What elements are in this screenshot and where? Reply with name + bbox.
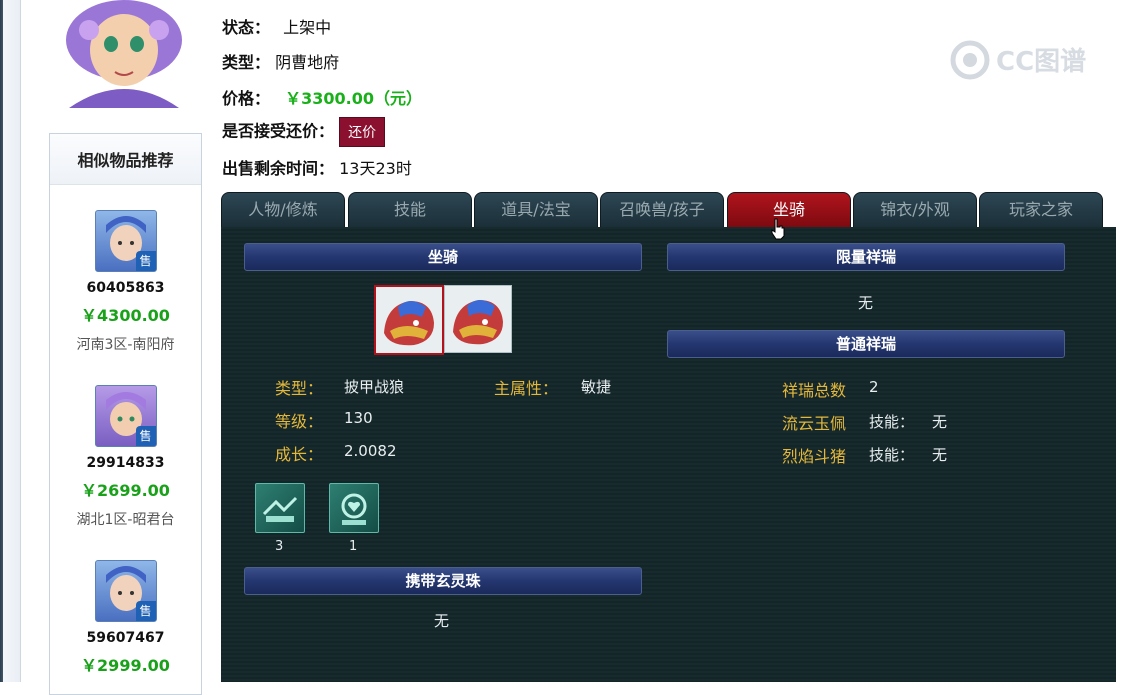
total-label: 祥瑞总数 (782, 381, 847, 400)
right-margin (1116, 0, 1136, 682)
price-label: 价格： (222, 89, 271, 108)
mount-level-value: 130 (344, 409, 373, 427)
similar-item-server: 湖北1区-昭君台 (76, 512, 175, 528)
similar-item-price: ￥2699.00 (81, 481, 170, 500)
xiangrui-skill-value: 无 (932, 446, 948, 464)
tab-mount[interactable]: 坐骑 (727, 192, 851, 228)
similar-item-id[interactable]: 60405863 (50, 280, 201, 296)
similar-item-thumbnail[interactable]: 售 (94, 385, 157, 447)
type-label: 类型： (222, 53, 271, 72)
watermark-text: CC图谱 (996, 46, 1086, 77)
tab-home[interactable]: 玩家之家 (979, 192, 1103, 228)
mount-skill-icon-1[interactable] (255, 483, 305, 533)
remaining-row: 出售剩余时间： 13天23时 (222, 155, 412, 179)
type-value: 阴曹地府 (275, 53, 340, 72)
similar-item-id[interactable]: 59607467 (50, 630, 201, 646)
mount-growth-label: 成长： (275, 445, 324, 464)
status-row: 状态： 上架中 (222, 14, 331, 38)
bargain-button[interactable]: 还价 (339, 117, 386, 147)
character-avatar (49, 0, 199, 108)
bargain-label: 是否接受还价： (222, 121, 335, 141)
similar-item[interactable]: 售 60405863 ￥4300.00 河南3区-南阳府 (50, 210, 201, 354)
tab-character[interactable]: 人物/修炼 (221, 192, 345, 228)
bargain-row: 是否接受还价： 还价 (222, 117, 386, 147)
watermark-logo: CC图谱 (950, 40, 1100, 80)
mount-portrait-1[interactable] (374, 285, 444, 355)
similar-item-id[interactable]: 29914833 (50, 455, 201, 471)
xiangrui-skill-label: 技能： (869, 446, 915, 464)
mount-skill-count-1: 3 (275, 539, 284, 554)
sale-badge-icon: 售 (135, 601, 156, 621)
total-value: 2 (869, 378, 879, 396)
mount-panel: 坐骑 限量祥瑞 类型： 披甲战狼 主属性： 敏捷 等级： 130 成长： 2.0… (221, 227, 1116, 682)
sidebar-title: 相似物品推荐 (50, 134, 201, 185)
mount-level-label: 等级： (275, 412, 324, 431)
similar-items-sidebar: 相似物品推荐 售 60405863 ￥4300.00 河南3区-南阳府 售 29… (49, 133, 202, 695)
similar-item[interactable]: 售 59607467 ￥2999.00 (50, 560, 201, 676)
left-frame (0, 0, 21, 682)
xiangrui-skill-label: 技能： (869, 413, 915, 431)
orb-value: 无 (434, 612, 450, 630)
similar-item[interactable]: 售 29914833 ￥2699.00 湖北1区-昭君台 (50, 385, 201, 529)
limited-value: 无 (858, 294, 874, 312)
mount-skill-icon-2[interactable] (329, 483, 379, 533)
tab-summons[interactable]: 召唤兽/孩子 (600, 192, 724, 228)
status-label: 状态： (222, 18, 271, 37)
remaining-label: 出售剩余时间： (222, 159, 335, 178)
tab-items[interactable]: 道具/法宝 (474, 192, 598, 228)
tab-appearance[interactable]: 锦衣/外观 (853, 192, 977, 228)
mount-type-value: 披甲战狼 (344, 378, 405, 396)
similar-item-thumbnail[interactable]: 售 (94, 560, 157, 622)
xiangrui-name: 流云玉佩 (782, 414, 847, 433)
main-attr-value: 敏捷 (581, 378, 612, 396)
mount-type-label: 类型： (275, 379, 324, 398)
mount-portrait-2[interactable] (444, 285, 512, 353)
tab-skills[interactable]: 技能 (348, 192, 472, 228)
similar-item-server: 河南3区-南阳府 (76, 337, 175, 353)
orb-section-header: 携带玄灵珠 (244, 567, 642, 595)
mount-growth-value: 2.0082 (344, 442, 397, 460)
pointer-cursor-icon (771, 218, 785, 240)
mount-skill-count-2: 1 (349, 539, 358, 554)
xiangrui-name: 烈焰斗猪 (782, 447, 847, 466)
normal-section-header: 普通祥瑞 (667, 330, 1065, 358)
main-attr-label: 主属性： (494, 379, 559, 398)
sale-badge-icon: 售 (135, 251, 156, 271)
xiangrui-skill-value: 无 (932, 413, 948, 431)
mount-section-header: 坐骑 (244, 243, 642, 271)
limited-section-header: 限量祥瑞 (667, 243, 1065, 271)
price-row: 价格： ￥3300.00（元） (222, 85, 422, 109)
price-value: ￥3300.00（元） (285, 89, 422, 108)
similar-item-thumbnail[interactable]: 售 (94, 210, 157, 272)
remaining-value: 13天23时 (339, 159, 412, 178)
type-row: 类型： 阴曹地府 (222, 49, 339, 73)
similar-item-price: ￥4300.00 (81, 306, 170, 325)
sale-badge-icon: 售 (135, 426, 156, 446)
similar-item-price: ￥2999.00 (81, 656, 170, 675)
status-value: 上架中 (283, 18, 332, 37)
